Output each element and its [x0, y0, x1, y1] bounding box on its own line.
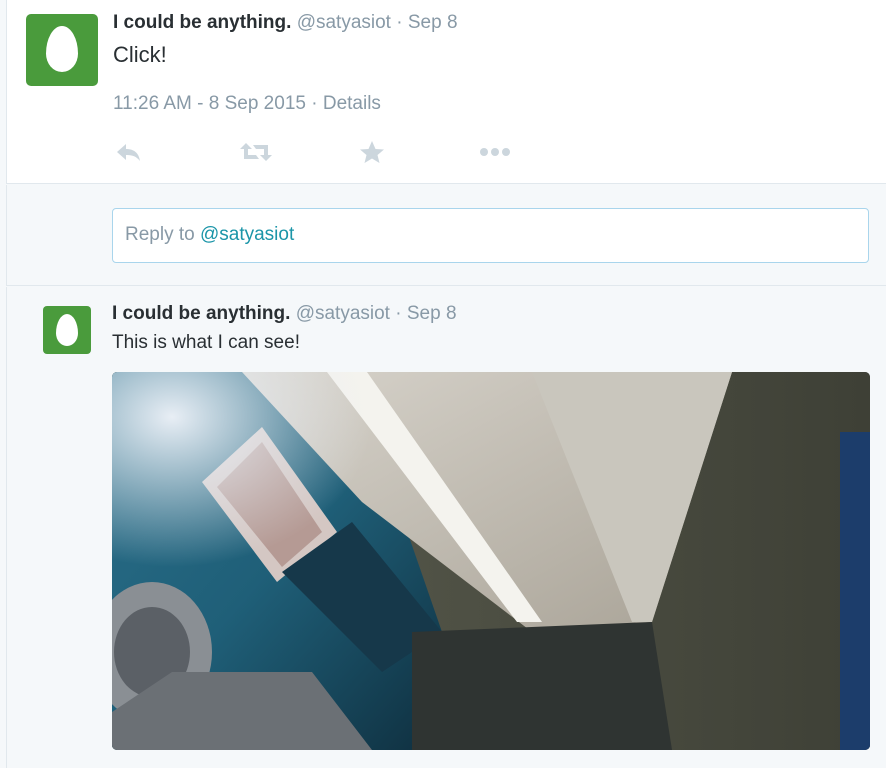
- reply-mention: @satyasiot: [199, 224, 295, 245]
- fullname[interactable]: I could be anything.: [112, 303, 290, 324]
- tweet-metadata: 11:26 AM - 8 Sep 2015 · Details: [113, 93, 381, 115]
- details-link[interactable]: Details: [323, 93, 381, 114]
- favorite-button[interactable]: [359, 138, 385, 166]
- retweet-icon: [240, 143, 272, 161]
- more-button[interactable]: [479, 138, 511, 166]
- timestamp[interactable]: 11:26 AM - 8 Sep 2015: [113, 93, 306, 114]
- tweet-date[interactable]: Sep 8: [407, 303, 457, 324]
- tweet-header: I could be anything. @satyasiot · Sep 8: [112, 303, 457, 325]
- separator: ·: [396, 12, 403, 33]
- avatar[interactable]: [43, 306, 91, 354]
- tweet-date[interactable]: Sep 8: [408, 12, 458, 33]
- main-tweet: I could be anything. @satyasiot · Sep 8 …: [6, 0, 886, 184]
- avatar[interactable]: [26, 14, 98, 86]
- reply-icon: [117, 144, 140, 161]
- star-icon: [360, 141, 384, 163]
- photo-image: [112, 372, 870, 750]
- fullname[interactable]: I could be anything.: [113, 12, 291, 33]
- more-dots-icon: [480, 148, 510, 156]
- username[interactable]: @satyasiot: [296, 303, 390, 324]
- tweet-text: This is what I can see!: [112, 332, 300, 353]
- egg-avatar-icon: [56, 314, 78, 346]
- username[interactable]: @satyasiot: [297, 12, 391, 33]
- tweet-photo[interactable]: [112, 372, 870, 750]
- tweet-text: Click!: [113, 42, 167, 67]
- tweet-header: I could be anything. @satyasiot · Sep 8: [113, 12, 458, 34]
- egg-avatar-icon: [46, 26, 78, 72]
- reply-button[interactable]: [115, 138, 143, 166]
- retweet-button[interactable]: [239, 138, 273, 166]
- separator: ·: [395, 303, 402, 324]
- reply-prefix: Reply to: [125, 224, 195, 245]
- separator: ·: [311, 93, 318, 114]
- reply-input[interactable]: Reply to @satyasiot: [112, 208, 869, 263]
